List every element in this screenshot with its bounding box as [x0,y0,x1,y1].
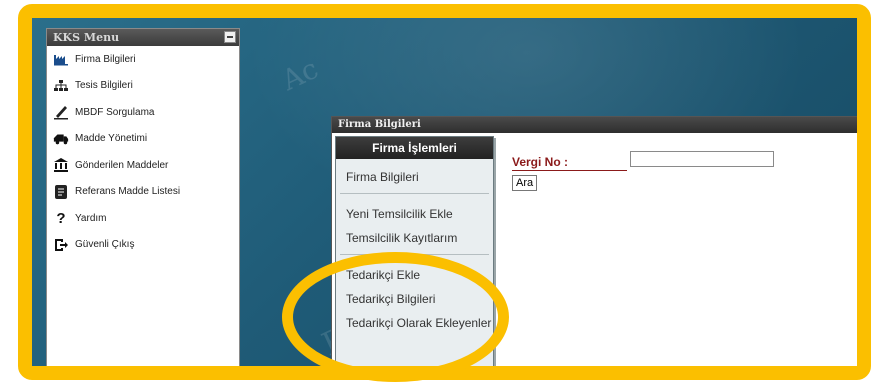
menu-item-madde-yonetimi[interactable]: Madde Yönetimi [47,126,239,153]
menu-item-label: Yardım [75,212,107,224]
collapse-button[interactable] [224,31,236,43]
kks-menu-panel: KKS Menu Firma Bilgileri Tesis Bilgileri… [46,28,240,366]
firma-bilgileri-window: Firma Bilgileri Firma İşlemleri Firma Bi… [331,116,857,366]
truck-icon [53,131,69,147]
menu-item-label: Madde Yönetimi [75,133,148,145]
menu-item-label: Güvenli Çıkış [75,239,135,251]
vergi-no-label: Vergi No : [512,155,627,171]
vergi-form: Vergi No : Ara [512,151,774,191]
menu-header: KKS Menu [47,29,239,46]
menu-item-label: Referans Madde Listesi [75,186,181,198]
factory-icon [53,51,69,67]
side-item-temsilcilik-kayitlarim[interactable]: Temsilcilik Kayıtlarım [336,226,493,250]
logout-icon [53,237,69,253]
screenshot-frame: Ac Bn KKS Menu Firma Bilgileri Tesis Bil… [18,4,871,380]
side-item-firma-bilgileri[interactable]: Firma Bilgileri [336,165,493,189]
menu-item-label: Gönderilen Maddeler [75,159,169,171]
pen-icon [53,104,69,120]
background-watermark: Ac [276,51,324,98]
side-item-tedarikci-olarak-ekleyenler[interactable]: Tedarikçi Olarak Ekleyenler [336,311,493,335]
vergi-no-input[interactable] [630,151,774,167]
menu-item-mbdf-sorgulama[interactable]: MBDF Sorgulama [47,99,239,126]
question-icon: ? [56,209,66,227]
side-item-tedarikci-bilgileri[interactable]: Tedarikçi Bilgileri [336,287,493,311]
ara-button[interactable]: Ara [512,175,538,191]
menu-item-label: Firma Bilgileri [75,53,136,65]
window-title: Firma Bilgileri [332,117,857,133]
org-chart-icon [53,78,69,94]
menu-item-label: MBDF Sorgulama [75,106,155,118]
firma-islemleri-panel: Firma İşlemleri Firma Bilgileri Yeni Tem… [335,136,494,366]
menu-item-label: Tesis Bilgileri [75,80,133,92]
document-icon [53,184,69,200]
menu-title: KKS Menu [53,31,120,44]
bank-icon [53,157,69,173]
side-item-yeni-temsilcilik-ekle[interactable]: Yeni Temsilcilik Ekle [336,202,493,226]
side-item-tedarikci-ekle[interactable]: Tedarikçi Ekle [336,263,493,287]
menu-item-gonderilen-maddeler[interactable]: Gönderilen Maddeler [47,152,239,179]
menu-item-firma-bilgileri[interactable]: Firma Bilgileri [47,46,239,73]
menu-item-tesis-bilgileri[interactable]: Tesis Bilgileri [47,73,239,100]
menu-item-guvenli-cikis[interactable]: Güvenli Çıkış [47,232,239,259]
menu-item-yardim[interactable]: ? Yardım [47,205,239,232]
menu-item-referans-madde-listesi[interactable]: Referans Madde Listesi [47,179,239,206]
panel-title: Firma İşlemleri [336,137,493,159]
